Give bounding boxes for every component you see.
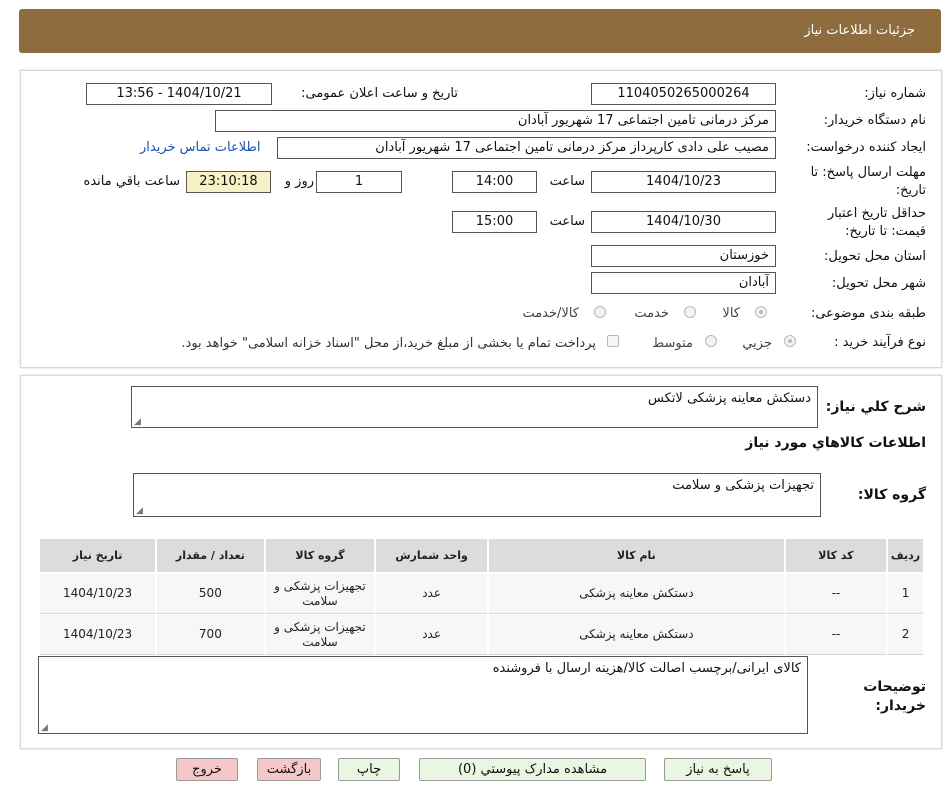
process-radio-minor[interactable]: [784, 335, 796, 347]
goods-group-textarea[interactable]: تجهیزات پزشکی و سلامت ◢: [133, 473, 821, 517]
province-label: استان محل تحویل:: [824, 249, 926, 264]
cell-group: تجهیزات پزشکی و سلامت: [264, 614, 376, 655]
deadline-label-2: تاریخ:: [895, 183, 926, 198]
summary-textarea[interactable]: دستکش معاینه پزشکی لاتکس ◢: [131, 386, 818, 428]
table-header-row: رديف کد کالا نام کالا واحد شمارش گروه کا…: [39, 538, 924, 573]
col-header-date: تاريخ نياز: [39, 538, 157, 573]
deadline-hour-label: ساعت: [549, 174, 585, 189]
treasury-payment-note: پرداخت تمام یا بخشی از مبلغ خرید،از محل …: [181, 336, 596, 351]
goods-table: رديف کد کالا نام کالا واحد شمارش گروه کا…: [39, 538, 924, 655]
validity-hour-label: ساعت: [549, 214, 585, 229]
category-label: طبقه بندی موضوعی:: [810, 306, 926, 321]
days-and-label: روز و: [284, 174, 314, 189]
cell-row-no: 2: [887, 614, 924, 655]
announce-datetime-field: 1404/10/21 - 13:56: [86, 83, 272, 105]
cell-date: 1404/10/23: [39, 614, 157, 655]
validity-date-field: 1404/10/30: [591, 211, 776, 233]
validity-label: حداقل تاریخ اعتبار: [827, 206, 926, 221]
process-radio-medium[interactable]: [705, 335, 717, 347]
need-number-field: 1104050265000264: [591, 83, 776, 105]
col-header-unit: واحد شمارش: [375, 538, 488, 573]
exit-button[interactable]: خروج: [176, 758, 238, 781]
resize-grip-icon: ◢: [134, 417, 141, 427]
buyer-notes-label-2: خریدار:: [875, 698, 926, 714]
col-header-row-no: رديف: [887, 538, 924, 573]
table-row: 2 -- دستکش معاینه پزشکی عدد تجهیزات پزشک…: [39, 614, 924, 655]
cell-unit: عدد: [375, 573, 488, 614]
cell-quantity: 700: [156, 614, 265, 655]
creator-field: مصیب علی دادی کارپرداز مرکز درمانی تامین…: [277, 137, 776, 159]
creator-label: ایجاد کننده درخواست:: [806, 140, 926, 155]
col-header-group: گروه کالا: [264, 538, 376, 573]
deadline-label: مهلت ارسال پاسخ: تا: [810, 165, 926, 180]
treasury-payment-checkbox[interactable]: [607, 335, 619, 347]
category-option-goods: کالا: [722, 306, 740, 321]
view-attachments-button[interactable]: مشاهده مدارک پيوستي (0): [419, 758, 646, 781]
category-radio-goods[interactable]: [755, 306, 767, 318]
buyer-notes-textarea[interactable]: کالای ایرانی/برچسب اصالت کالا/هزینه ارسا…: [38, 656, 808, 734]
cell-group: تجهیزات پزشکی و سلامت: [264, 573, 376, 614]
need-number-label: شماره نیاز:: [864, 86, 926, 101]
cell-date: 1404/10/23: [39, 573, 157, 614]
goods-group-label: گروه کالا:: [857, 487, 926, 503]
cell-unit: عدد: [375, 614, 488, 655]
summary-label: شرح کلي نياز:: [825, 399, 926, 415]
summary-text: دستکش معاینه پزشکی لاتکس: [648, 391, 811, 406]
resize-grip-icon: ◢: [41, 723, 48, 733]
back-button[interactable]: بازگشت: [257, 758, 321, 781]
cell-name: دستکش معاینه پزشکی: [487, 614, 785, 655]
category-radio-goods-service[interactable]: [594, 306, 606, 318]
cell-code: --: [784, 614, 888, 655]
table-row: 1 -- دستکش معاینه پزشکی عدد تجهیزات پزشک…: [39, 573, 924, 614]
cell-code: --: [784, 573, 888, 614]
buyer-field: مرکز درمانی تامین اجتماعی 17 شهریور آباد…: [215, 110, 776, 132]
remaining-time-field: 23:10:18: [186, 171, 271, 193]
announce-label: تاریخ و ساعت اعلان عمومی:: [301, 86, 458, 101]
category-option-goods-service: کالا/خدمت: [522, 306, 579, 321]
cell-quantity: 500: [156, 573, 265, 614]
remaining-time-label: ساعت باقي مانده: [83, 174, 180, 189]
col-header-code: کد کالا: [784, 538, 888, 573]
process-option-medium: متوسط: [652, 336, 693, 351]
page-header: جزئیات اطلاعات نیاز: [19, 9, 941, 53]
reply-button[interactable]: پاسخ به نياز: [664, 758, 772, 781]
category-option-service: خدمت: [634, 306, 669, 321]
page-title: جزئیات اطلاعات نیاز: [804, 23, 915, 38]
deadline-time-field: 14:00: [452, 171, 537, 193]
print-button[interactable]: چاپ: [338, 758, 400, 781]
process-label: نوع فرآیند خرید :: [834, 335, 926, 350]
validity-time-field: 15:00: [452, 211, 537, 233]
category-radio-service[interactable]: [684, 306, 696, 318]
resize-grip-icon: ◢: [136, 506, 143, 516]
city-label: شهر محل تحویل:: [831, 276, 926, 291]
province-field: خوزستان: [591, 245, 776, 267]
process-option-minor: جزیي: [742, 336, 772, 351]
cell-row-no: 1: [887, 573, 924, 614]
buyer-contact-link[interactable]: اطلاعات تماس خریدار: [140, 140, 260, 155]
validity-label-2: قیمت: تا تاریخ:: [845, 224, 926, 239]
days-remaining-field: 1: [316, 171, 402, 193]
goods-group-text: تجهیزات پزشکی و سلامت: [672, 478, 814, 493]
buyer-notes-text: کالای ایرانی/برچسب اصالت کالا/هزینه ارسا…: [492, 661, 801, 676]
goods-info-heading: اطلاعات کالاهاي مورد نياز: [745, 435, 926, 451]
buyer-notes-label: توضیحات: [863, 679, 926, 695]
col-header-name: نام کالا: [487, 538, 785, 573]
col-header-quantity: تعداد / مقدار: [156, 538, 265, 573]
city-field: آبادان: [591, 272, 776, 294]
deadline-date-field: 1404/10/23: [591, 171, 776, 193]
buyer-label: نام دستگاه خریدار:: [823, 113, 926, 128]
cell-name: دستکش معاینه پزشکی: [487, 573, 785, 614]
